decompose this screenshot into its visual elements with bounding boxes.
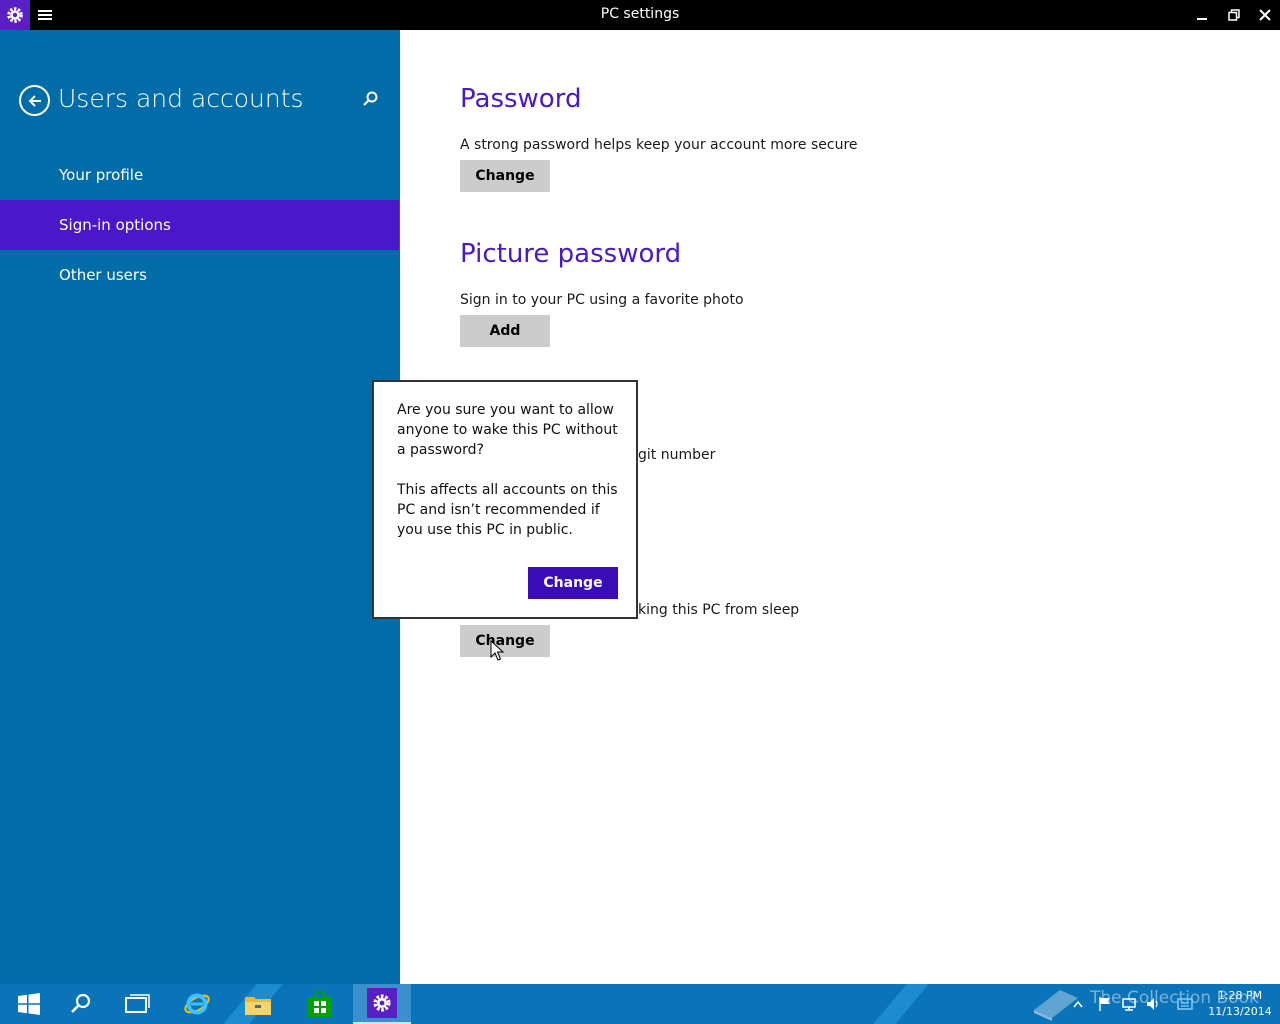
task-view-button[interactable] xyxy=(108,984,166,1024)
start-button[interactable] xyxy=(0,984,58,1024)
password-policy-change-button[interactable]: Change xyxy=(460,625,550,657)
flyout-change-button[interactable]: Change xyxy=(528,567,618,599)
keyboard-button[interactable] xyxy=(1174,984,1196,1024)
close-button[interactable] xyxy=(1249,0,1280,30)
search-icon xyxy=(71,993,91,1013)
window-title: PC settings xyxy=(600,6,680,22)
confirmation-flyout: Are you sure you want to allow anyone to… xyxy=(372,380,638,619)
store-bag-icon xyxy=(308,990,332,1017)
windows-logo-icon xyxy=(18,993,40,1015)
network-button[interactable] xyxy=(1118,984,1140,1024)
clock[interactable]: 1:28 PM 11/13/2014 xyxy=(1204,988,1276,1020)
title-bar: PC settings xyxy=(0,0,1280,30)
chevron-up-icon xyxy=(1073,1000,1083,1008)
speaker-icon xyxy=(1147,998,1158,1010)
sidebar-item-other-users[interactable]: Other users xyxy=(0,250,400,300)
restore-icon xyxy=(1228,9,1240,21)
picture-password-description: Sign in to your PC using a favorite phot… xyxy=(460,292,744,308)
show-hidden-icons-button[interactable] xyxy=(1070,984,1086,1024)
gear-icon xyxy=(367,988,397,1018)
network-icon xyxy=(1122,998,1136,1011)
volume-button[interactable] xyxy=(1142,984,1164,1024)
password-policy-description: king this PC from sleep xyxy=(638,602,800,618)
keyboard-icon xyxy=(1177,998,1193,1010)
restore-button[interactable] xyxy=(1218,0,1250,30)
taskbar-decoration xyxy=(873,984,929,1024)
sidebar: Users and accounts Your profile Sign-in … xyxy=(0,30,400,984)
task-view-icon xyxy=(125,994,150,1013)
picture-password-add-button[interactable]: Add xyxy=(460,315,550,347)
close-icon xyxy=(1259,9,1271,21)
taskbar-search-button[interactable] xyxy=(52,984,110,1024)
back-arrow-icon xyxy=(28,94,41,107)
internet-explorer-icon xyxy=(184,993,210,1015)
password-change-button[interactable]: Change xyxy=(460,160,550,192)
flyout-details: This affects all accounts on this PC and… xyxy=(397,482,618,538)
pc-settings-taskbar-button[interactable] xyxy=(353,984,411,1024)
store-button[interactable] xyxy=(291,984,349,1024)
action-center-flag-button[interactable] xyxy=(1094,984,1116,1024)
folder-icon xyxy=(245,997,271,1015)
search-icon[interactable] xyxy=(361,90,379,108)
minimize-icon xyxy=(1197,18,1207,20)
sidebar-item-label: Other users xyxy=(59,266,147,284)
flyout-question: Are you sure you want to allow anyone to… xyxy=(397,402,618,458)
pin-description: git number xyxy=(638,447,716,463)
password-heading: Password xyxy=(460,84,582,114)
sidebar-item-your-profile[interactable]: Your profile xyxy=(0,150,400,200)
internet-explorer-button[interactable] xyxy=(168,984,226,1024)
sidebar-item-sign-in-options[interactable]: Sign-in options xyxy=(0,200,399,250)
taskbar: The Collection Book 1:28 PM 11/13/2014 xyxy=(0,984,1280,1024)
back-button[interactable] xyxy=(19,85,50,116)
sidebar-item-label: Sign-in options xyxy=(59,216,171,234)
minimize-button[interactable] xyxy=(1186,0,1218,30)
file-explorer-button[interactable] xyxy=(229,984,287,1024)
picture-password-heading: Picture password xyxy=(460,239,682,269)
sidebar-title: Users and accounts xyxy=(58,84,304,113)
clock-time: 1:28 PM xyxy=(1217,989,1263,1002)
clock-date: 11/13/2014 xyxy=(1208,1005,1272,1018)
password-description: A strong password helps keep your accoun… xyxy=(460,137,858,153)
sidebar-item-label: Your profile xyxy=(59,166,144,184)
mouse-cursor-icon xyxy=(490,639,505,662)
flag-icon xyxy=(1099,997,1110,1011)
